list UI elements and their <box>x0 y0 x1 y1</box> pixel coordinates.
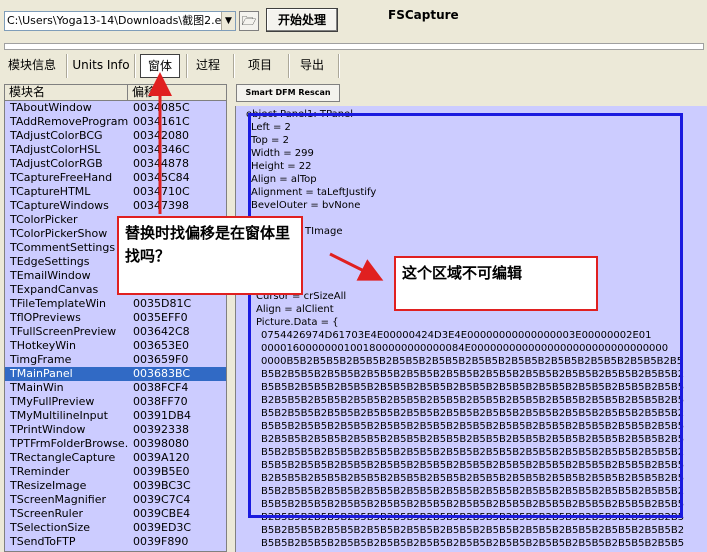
arrow-to-code-area <box>329 252 384 281</box>
annotation-note-question: 替换时找偏移是在窗体里找吗？ <box>117 216 303 295</box>
annotation-note-not-editable: 这个区域不可编辑 <box>394 256 598 311</box>
annotation-arrows <box>148 72 384 281</box>
